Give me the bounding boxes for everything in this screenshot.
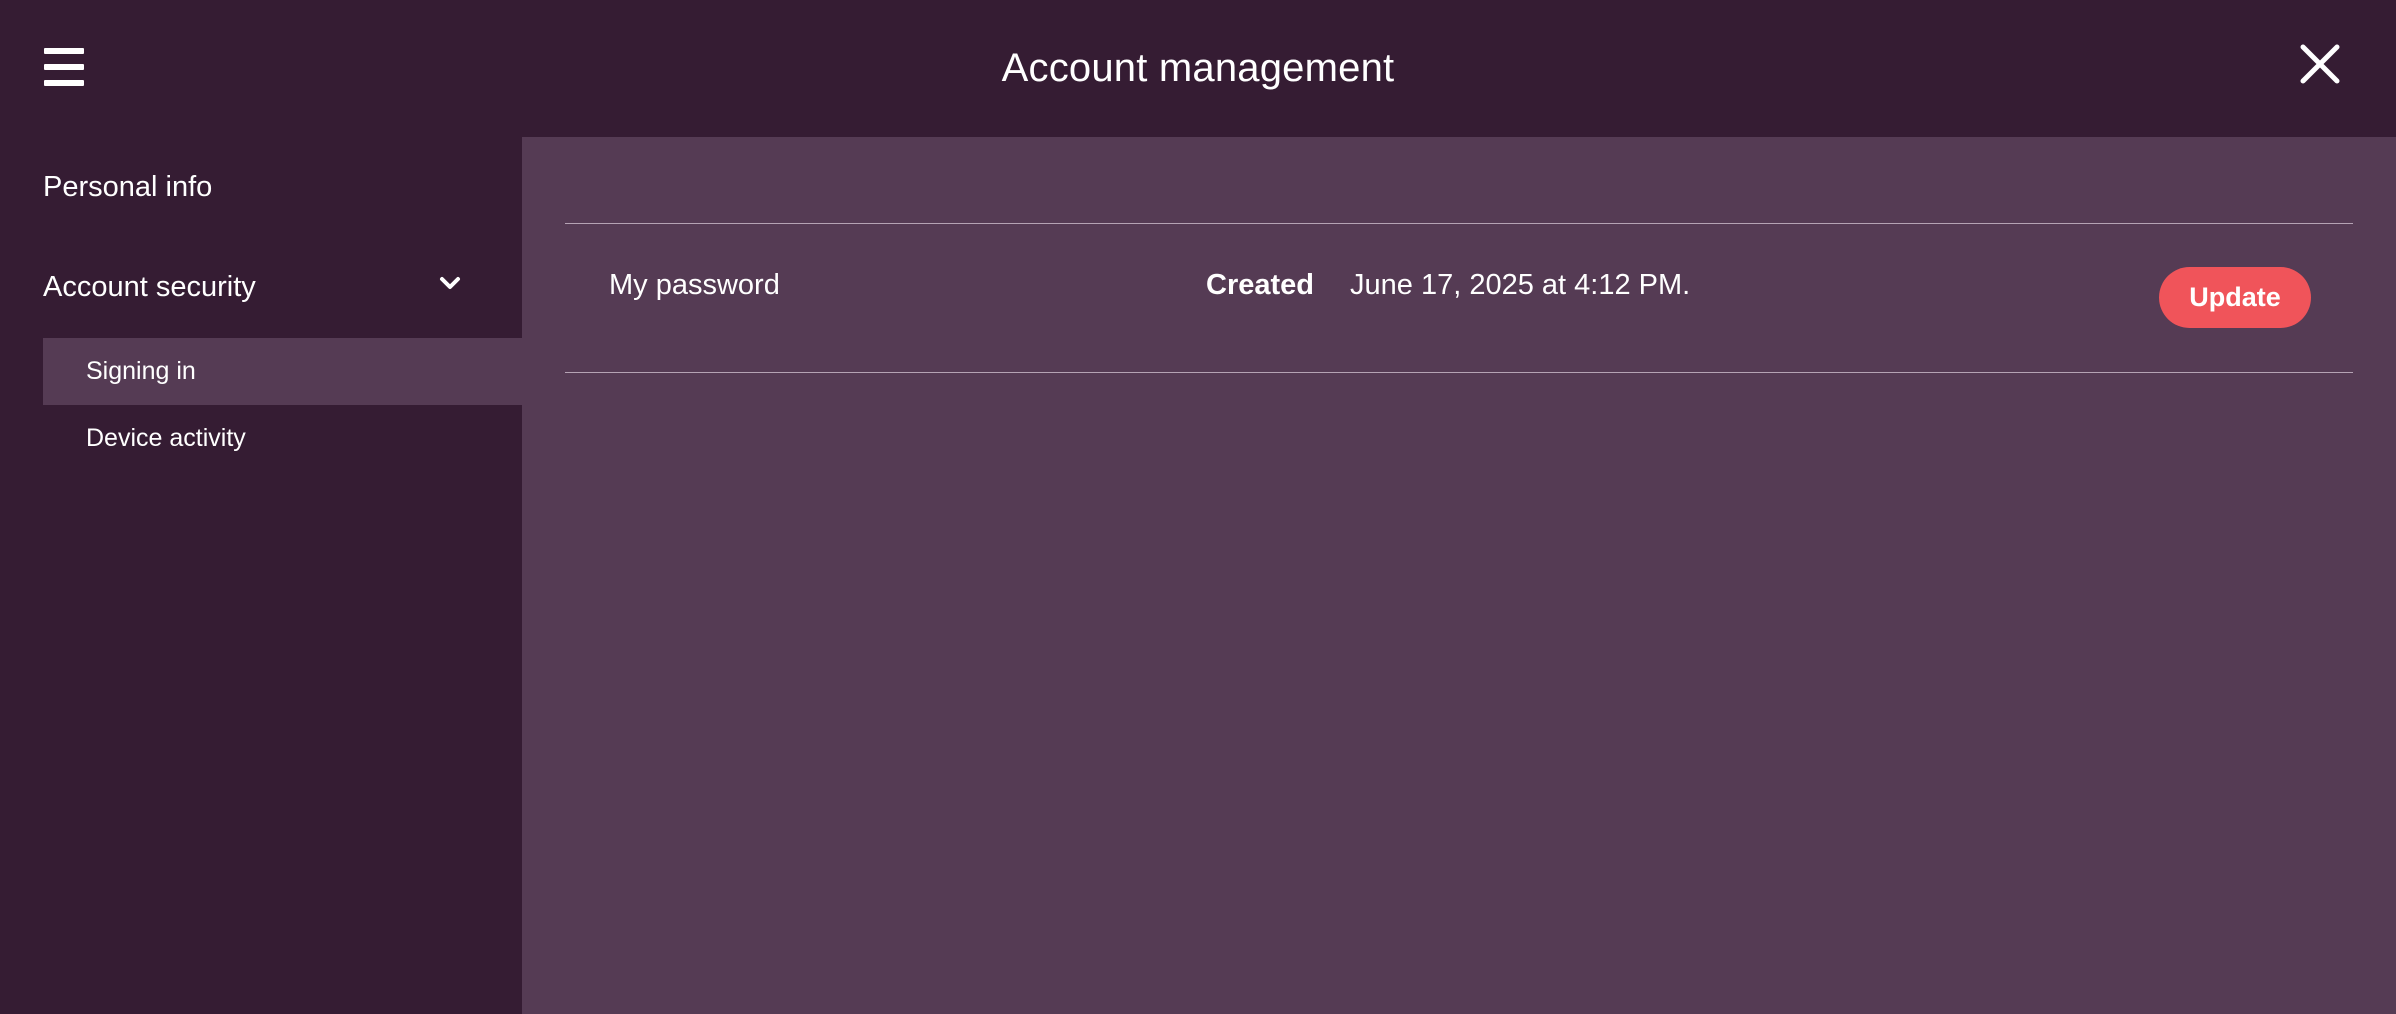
update-button[interactable]: Update	[2159, 267, 2311, 328]
sidebar-subitem-device-activity[interactable]: Device activity	[43, 405, 522, 472]
chevron-down-icon[interactable]	[437, 275, 463, 293]
main-content: My password Created June 17, 2025 at 4:1…	[522, 137, 2396, 1014]
sidebar: Personal info Account security Signing i…	[0, 137, 522, 1014]
divider	[565, 223, 2353, 224]
divider	[565, 372, 2353, 373]
created-label: Created	[1206, 269, 1314, 301]
app-header: Account management	[0, 0, 2396, 137]
password-label: My password	[609, 269, 780, 301]
page-title: Account management	[1001, 46, 1395, 90]
sidebar-subitem-signing-in[interactable]: Signing in	[43, 338, 522, 405]
sidebar-item-personal-info[interactable]: Personal info	[43, 169, 212, 205]
sidebar-item-account-security[interactable]: Account security	[43, 269, 256, 305]
close-icon[interactable]	[2296, 40, 2344, 88]
created-value: June 17, 2025 at 4:12 PM.	[1350, 269, 1691, 301]
